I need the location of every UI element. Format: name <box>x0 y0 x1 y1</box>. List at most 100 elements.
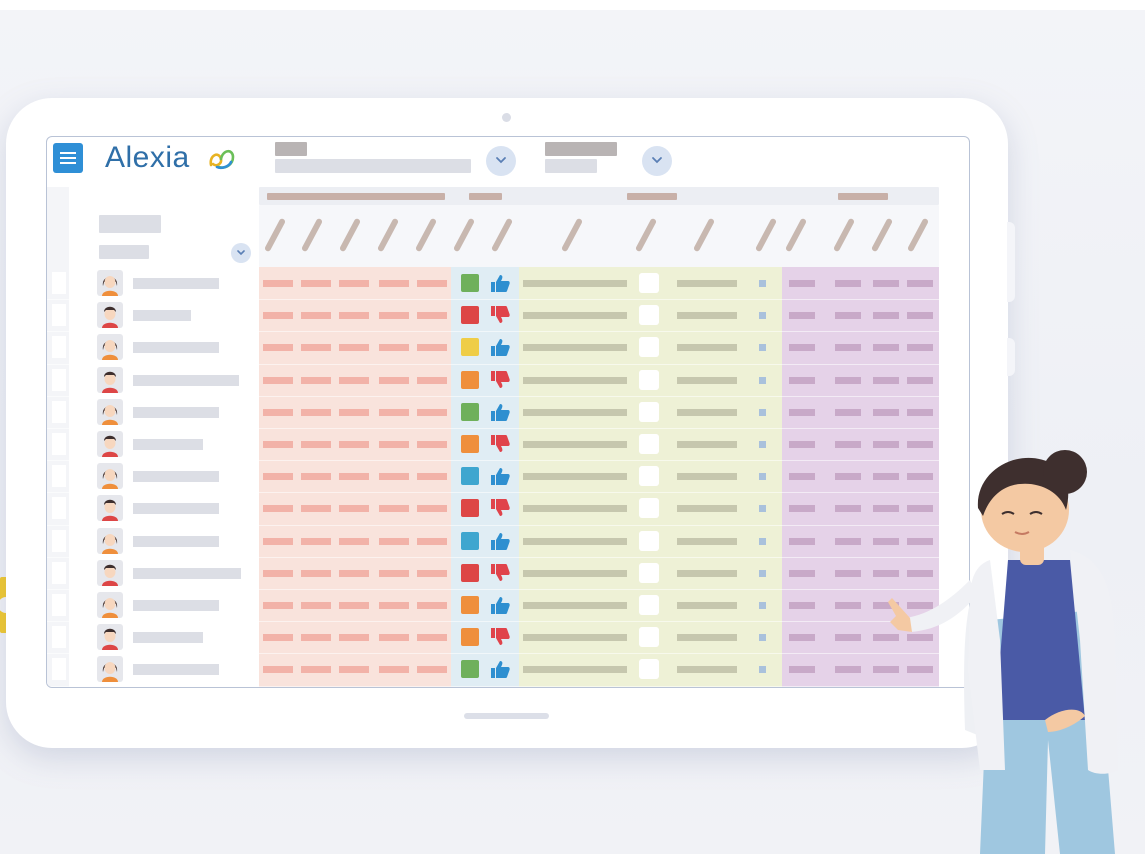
attendance-cell[interactable] <box>835 376 861 384</box>
student-name-placeholder[interactable] <box>133 535 219 547</box>
thumbs-down-icon[interactable] <box>489 627 511 647</box>
grade-cell[interactable] <box>263 280 293 287</box>
attendance-cell[interactable] <box>835 473 861 481</box>
row-selector[interactable] <box>52 304 66 327</box>
comment-cell[interactable] <box>677 344 737 352</box>
status-indicator[interactable] <box>461 402 479 421</box>
grade-cell[interactable] <box>417 280 447 287</box>
thumbs-down-icon[interactable] <box>489 305 511 325</box>
checkbox[interactable] <box>639 627 659 648</box>
hamburger-menu-icon[interactable] <box>53 143 83 173</box>
checkbox[interactable] <box>639 659 659 680</box>
attendance-cell[interactable] <box>873 408 899 416</box>
student-name-placeholder[interactable] <box>133 600 219 611</box>
checkbox[interactable] <box>639 273 659 293</box>
student-name-placeholder[interactable] <box>133 567 241 579</box>
student-name-placeholder[interactable] <box>133 374 239 386</box>
status-indicator[interactable] <box>461 660 479 679</box>
checkbox[interactable] <box>639 562 659 583</box>
attendance-cell[interactable] <box>789 602 815 609</box>
checkbox[interactable] <box>639 466 659 487</box>
chevron-down-icon[interactable] <box>486 146 516 176</box>
thumbs-down-icon[interactable] <box>489 434 511 454</box>
attendance-cell[interactable] <box>789 408 815 416</box>
attendance-cell[interactable] <box>835 312 861 320</box>
grade-cell[interactable] <box>339 666 369 674</box>
grade-cell[interactable] <box>301 280 331 287</box>
grade-cell[interactable] <box>301 505 331 513</box>
status-indicator[interactable] <box>461 596 479 614</box>
attendance-cell[interactable] <box>789 505 815 513</box>
grade-cell[interactable] <box>301 634 331 642</box>
comment-cell[interactable] <box>523 408 627 416</box>
attendance-cell[interactable] <box>873 376 899 384</box>
status-indicator[interactable] <box>461 467 479 486</box>
status-indicator[interactable] <box>461 499 479 518</box>
attendance-cell[interactable] <box>789 280 815 287</box>
grade-cell[interactable] <box>417 441 447 448</box>
grade-cell[interactable] <box>263 602 293 609</box>
thumbs-up-icon[interactable] <box>489 273 511 293</box>
thumbs-down-icon[interactable] <box>489 563 511 583</box>
student-name-placeholder[interactable] <box>133 632 203 644</box>
row-selector[interactable] <box>52 336 66 359</box>
comment-cell[interactable] <box>677 505 737 513</box>
comment-cell[interactable] <box>677 408 737 416</box>
attendance-cell[interactable] <box>907 408 933 416</box>
student-row[interactable] <box>47 365 969 397</box>
grade-cell[interactable] <box>417 344 447 352</box>
comment-cell[interactable] <box>523 537 627 545</box>
attendance-cell[interactable] <box>907 376 933 384</box>
student-row[interactable] <box>47 397 969 429</box>
grade-cell[interactable] <box>379 441 409 448</box>
grade-cell[interactable] <box>417 666 447 674</box>
grade-cell[interactable] <box>263 376 293 384</box>
attendance-cell[interactable] <box>835 280 861 287</box>
grade-cell[interactable] <box>339 505 369 513</box>
row-selector[interactable] <box>52 658 66 681</box>
thumbs-down-icon[interactable] <box>489 370 511 390</box>
attendance-cell[interactable] <box>835 408 861 416</box>
comment-cell[interactable] <box>523 666 627 674</box>
attendance-cell[interactable] <box>873 280 899 287</box>
checkbox[interactable] <box>639 530 659 551</box>
row-selector[interactable] <box>52 368 66 391</box>
attendance-cell[interactable] <box>835 344 861 352</box>
status-indicator[interactable] <box>461 628 479 647</box>
grade-cell[interactable] <box>301 376 331 384</box>
comment-cell[interactable] <box>523 344 627 352</box>
filter-value-placeholder[interactable] <box>545 159 597 173</box>
grade-cell[interactable] <box>379 537 409 545</box>
comment-cell[interactable] <box>677 634 737 642</box>
comment-cell[interactable] <box>523 473 627 481</box>
student-name-placeholder[interactable] <box>133 406 219 418</box>
grade-cell[interactable] <box>301 602 331 609</box>
checkbox[interactable] <box>639 401 659 422</box>
attendance-cell[interactable] <box>789 344 815 352</box>
attendance-cell[interactable] <box>789 666 815 674</box>
grade-cell[interactable] <box>339 376 369 384</box>
attendance-cell[interactable] <box>907 312 933 320</box>
grade-cell[interactable] <box>339 537 369 545</box>
grade-cell[interactable] <box>339 441 369 448</box>
grade-cell[interactable] <box>339 344 369 352</box>
student-row[interactable] <box>47 622 969 655</box>
grade-cell[interactable] <box>263 473 293 481</box>
status-indicator[interactable] <box>461 274 479 292</box>
grade-cell[interactable] <box>301 312 331 320</box>
attendance-cell[interactable] <box>907 344 933 352</box>
grade-cell[interactable] <box>263 312 293 320</box>
grade-cell[interactable] <box>339 569 369 577</box>
comment-cell[interactable] <box>677 569 737 577</box>
grade-cell[interactable] <box>263 666 293 674</box>
row-selector[interactable] <box>52 433 66 455</box>
grade-cell[interactable] <box>379 505 409 513</box>
status-indicator[interactable] <box>461 563 479 582</box>
thumbs-down-icon[interactable] <box>489 498 511 518</box>
student-row[interactable] <box>47 526 969 558</box>
comment-cell[interactable] <box>677 376 737 384</box>
status-indicator[interactable] <box>461 435 479 453</box>
grade-cell[interactable] <box>379 312 409 320</box>
grade-cell[interactable] <box>301 569 331 577</box>
student-name-placeholder[interactable] <box>133 471 219 483</box>
